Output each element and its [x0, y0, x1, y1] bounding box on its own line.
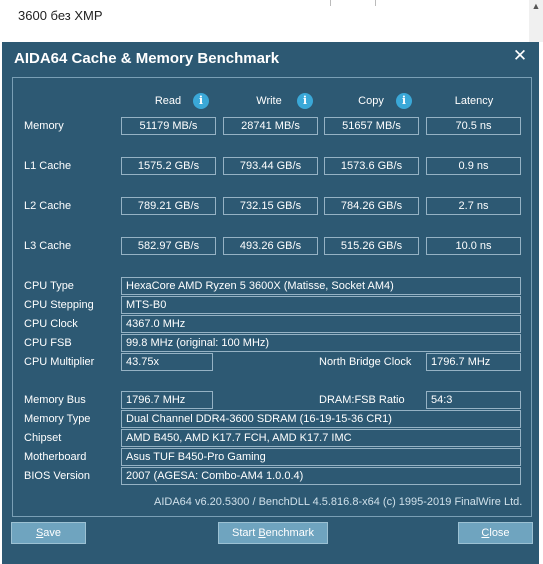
l2-copy-value: 784.26 GB/s — [324, 197, 419, 215]
start-button-label-suffix: enchmark — [265, 527, 314, 539]
l1-latency-value: 0.9 ns — [426, 157, 521, 175]
cpu-stepping-label: CPU Stepping — [24, 299, 94, 311]
l1-write-value: 793.44 GB/s — [223, 157, 318, 175]
row-label-l2-cache: L2 Cache — [24, 200, 72, 212]
memory-copy-value: 51657 MB/s — [324, 117, 419, 135]
cpu-stepping-value: MTS-B0 — [121, 296, 521, 314]
cpu-fsb-label: CPU FSB — [24, 337, 72, 349]
cpu-multiplier-label: CPU Multiplier — [24, 356, 95, 368]
memory-read-value: 51179 MB/s — [121, 117, 216, 135]
background-note-text: 3600 без XMP — [18, 8, 103, 23]
info-icon[interactable]: i — [193, 93, 209, 109]
memory-latency-value: 70.5 ns — [426, 117, 521, 135]
bios-version-label: BIOS Version — [24, 470, 91, 482]
memory-write-value: 28741 MB/s — [223, 117, 318, 135]
close-icon[interactable]: ✕ — [510, 46, 530, 66]
bios-version-value: 2007 (AGESA: Combo-AM4 1.0.0.4) — [121, 467, 521, 485]
l3-write-value: 493.26 GB/s — [223, 237, 318, 255]
cpu-type-label: CPU Type — [24, 280, 74, 292]
l1-read-value: 1575.2 GB/s — [121, 157, 216, 175]
chipset-value: AMD B450, AMD K17.7 FCH, AMD K17.7 IMC — [121, 429, 521, 447]
memory-type-value: Dual Channel DDR4-3600 SDRAM (16-19-15-3… — [121, 410, 521, 428]
window-title: AIDA64 Cache & Memory Benchmark — [14, 50, 280, 67]
motherboard-value: Asus TUF B450-Pro Gaming — [121, 448, 521, 466]
l3-latency-value: 10.0 ns — [426, 237, 521, 255]
start-button-mnemonic: B — [258, 527, 266, 539]
l3-read-value: 582.97 GB/s — [121, 237, 216, 255]
l3-copy-value: 515.26 GB/s — [324, 237, 419, 255]
memory-type-label: Memory Type — [24, 413, 91, 425]
copyright-footer: AIDA64 v6.20.5300 / BenchDLL 4.5.816.8-x… — [154, 496, 523, 508]
row-label-l3-cache: L3 Cache — [24, 240, 72, 252]
dram-fsb-ratio-label: DRAM:FSB Ratio — [319, 394, 405, 406]
results-panel: Read i Write i Copy i Latency Memory 511… — [12, 77, 532, 517]
start-button-label-prefix: Start — [232, 527, 259, 539]
north-bridge-clock-value: 1796.7 MHz — [426, 353, 521, 371]
memory-bus-label: Memory Bus — [24, 394, 86, 406]
column-header-latency: Latency — [454, 95, 494, 107]
cpu-clock-label: CPU Clock — [24, 318, 78, 330]
close-button-label-suffix: lose — [489, 527, 510, 539]
scroll-up-arrow-icon[interactable]: ▲ — [529, 0, 543, 12]
info-icon[interactable]: i — [297, 93, 313, 109]
dram-fsb-ratio-value: 54:3 — [426, 391, 521, 409]
row-label-memory: Memory — [24, 120, 64, 132]
close-button[interactable]: Close — [458, 522, 533, 544]
cpu-fsb-value: 99.8 MHz (original: 100 MHz) — [121, 334, 521, 352]
divider — [375, 0, 376, 6]
l2-write-value: 732.15 GB/s — [223, 197, 318, 215]
background-document: 3600 без XMP ▲ — [0, 0, 543, 42]
memory-bus-value: 1796.7 MHz — [121, 391, 213, 409]
cpu-multiplier-value: 43.75x — [121, 353, 213, 371]
l2-read-value: 789.21 GB/s — [121, 197, 216, 215]
cpu-clock-value: 4367.0 MHz — [121, 315, 521, 333]
motherboard-label: Motherboard — [24, 451, 87, 463]
save-button-label-suffix: ave — [43, 527, 62, 539]
north-bridge-clock-label: North Bridge Clock — [319, 356, 412, 368]
cpu-type-value: HexaCore AMD Ryzen 5 3600X (Matisse, Soc… — [121, 277, 521, 295]
l2-latency-value: 2.7 ns — [426, 197, 521, 215]
l1-copy-value: 1573.6 GB/s — [324, 157, 419, 175]
save-button[interactable]: Save — [11, 522, 86, 544]
chipset-label: Chipset — [24, 432, 62, 444]
divider — [330, 0, 331, 6]
start-benchmark-button[interactable]: Start Benchmark — [218, 522, 328, 544]
info-icon[interactable]: i — [396, 93, 412, 109]
row-label-l1-cache: L1 Cache — [24, 160, 72, 172]
benchmark-window: AIDA64 Cache & Memory Benchmark ✕ Read i… — [2, 42, 539, 564]
